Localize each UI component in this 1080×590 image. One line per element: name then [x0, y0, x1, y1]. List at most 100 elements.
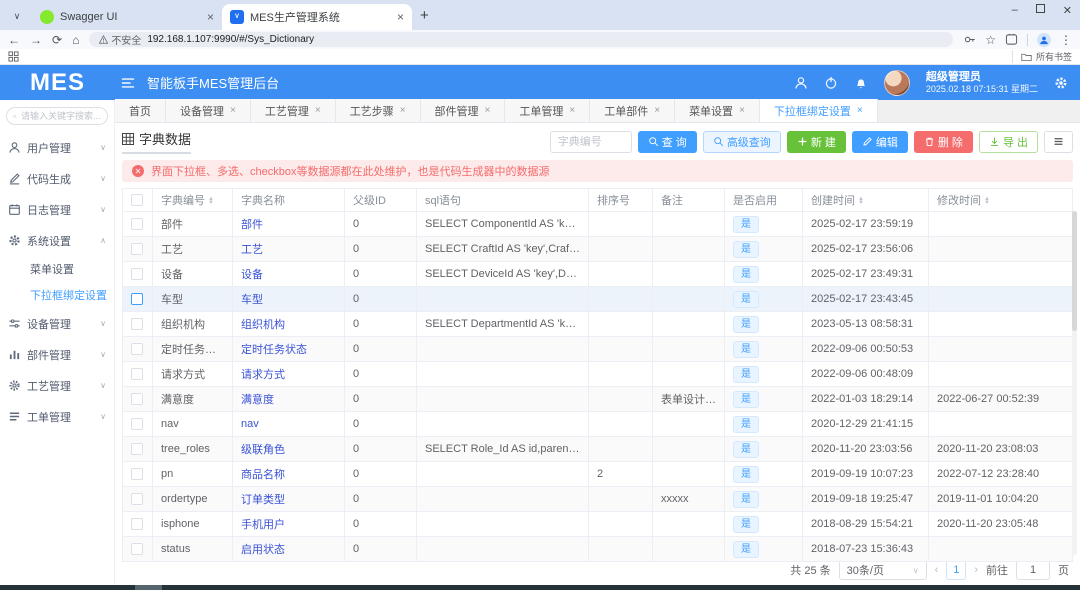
- table-row[interactable]: 工艺工艺0SELECT CraftId AS 'key',CraftId AS …: [123, 237, 1073, 262]
- window-maximize-button[interactable]: [1036, 4, 1045, 17]
- password-key-icon[interactable]: [963, 33, 976, 46]
- sidebar-search-input[interactable]: [21, 111, 101, 121]
- dict-name-link[interactable]: 部件: [241, 219, 263, 231]
- sidebar-item-日志管理[interactable]: 日志管理 ∨: [0, 194, 114, 225]
- close-tab-icon[interactable]: ×: [485, 105, 491, 116]
- close-tab-icon[interactable]: ×: [207, 10, 214, 24]
- dict-code-search-input[interactable]: [550, 131, 632, 153]
- sidebar-item-设备管理[interactable]: 设备管理 ∨: [0, 308, 114, 339]
- query-button[interactable]: 查 询: [638, 131, 697, 153]
- page-tab-工单部件[interactable]: 工单部件×: [590, 99, 675, 122]
- table-row[interactable]: status启用状态0是2018-07-23 15:36:43: [123, 537, 1073, 562]
- profile-avatar-icon[interactable]: [1037, 33, 1051, 47]
- user-avatar[interactable]: [884, 70, 910, 96]
- edit-button[interactable]: 编辑: [852, 131, 908, 153]
- sidebar-item-工单管理[interactable]: 工单管理 ∨: [0, 401, 114, 432]
- side-panel-icon[interactable]: [1005, 33, 1018, 46]
- dict-name-link[interactable]: 请求方式: [241, 369, 285, 381]
- bookmark-star-icon[interactable]: ☆: [985, 34, 996, 46]
- table-row[interactable]: navnav0是2020-12-29 21:41:15: [123, 412, 1073, 437]
- row-checkbox[interactable]: [131, 418, 143, 430]
- dict-name-link[interactable]: 组织机构: [241, 319, 285, 331]
- enabled-badge[interactable]: 是: [733, 241, 759, 258]
- enabled-badge[interactable]: 是: [733, 391, 759, 408]
- enabled-badge[interactable]: 是: [733, 216, 759, 233]
- lock-screen-icon[interactable]: [824, 76, 838, 90]
- horizontal-scrollbar[interactable]: [0, 585, 1080, 590]
- row-checkbox[interactable]: [131, 343, 143, 355]
- reload-icon[interactable]: ⟳: [52, 34, 62, 46]
- sidebar-item-系统设置[interactable]: 系统设置 ∧: [0, 225, 114, 256]
- row-checkbox[interactable]: [131, 243, 143, 255]
- close-tab-icon[interactable]: ×: [397, 10, 404, 24]
- settings-gear-icon[interactable]: [1054, 76, 1068, 90]
- select-all-checkbox[interactable]: [131, 194, 143, 206]
- close-tab-icon[interactable]: ×: [315, 105, 321, 116]
- home-icon[interactable]: ⌂: [72, 34, 79, 46]
- dict-name-link[interactable]: 工艺: [241, 244, 263, 256]
- close-tab-icon[interactable]: ×: [230, 105, 236, 116]
- column-header-字典编号[interactable]: 字典编号▲▼: [153, 189, 233, 212]
- dict-name-link[interactable]: 启用状态: [241, 544, 285, 556]
- dict-name-link[interactable]: 满意度: [241, 394, 274, 406]
- row-checkbox[interactable]: [131, 468, 143, 480]
- dict-name-link[interactable]: 车型: [241, 294, 263, 306]
- row-checkbox[interactable]: [131, 293, 143, 305]
- page-number-button[interactable]: 1: [946, 560, 966, 580]
- forward-icon[interactable]: →: [30, 34, 42, 46]
- apps-grid-icon[interactable]: [8, 51, 19, 62]
- sort-icons[interactable]: ▲▼: [858, 197, 864, 205]
- browser-menu-icon[interactable]: ⋮: [1060, 34, 1072, 46]
- window-close-button[interactable]: ✕: [1063, 4, 1072, 17]
- sort-icons[interactable]: ▲▼: [208, 197, 214, 205]
- enabled-badge[interactable]: 是: [733, 416, 759, 433]
- close-tab-icon[interactable]: ×: [654, 105, 660, 116]
- export-button[interactable]: 导 出: [979, 131, 1038, 153]
- tab-search-button[interactable]: ∨: [8, 7, 26, 25]
- sidebar-subitem-菜单设置[interactable]: 菜单设置: [0, 256, 114, 282]
- page-tab-工艺管理[interactable]: 工艺管理×: [251, 99, 336, 122]
- row-checkbox[interactable]: [131, 543, 143, 555]
- enabled-badge[interactable]: 是: [733, 316, 759, 333]
- dict-name-link[interactable]: 定时任务状态: [241, 344, 307, 356]
- close-tab-icon[interactable]: ×: [569, 105, 575, 116]
- enabled-badge[interactable]: 是: [733, 516, 759, 533]
- page-size-select[interactable]: 30条/页 ∨: [839, 560, 927, 580]
- row-checkbox[interactable]: [131, 393, 143, 405]
- sidebar-search[interactable]: [6, 107, 108, 125]
- delete-button[interactable]: 删 除: [914, 131, 973, 153]
- next-page-button[interactable]: ›: [974, 564, 978, 576]
- page-tab-下拉框绑定设置[interactable]: 下拉框绑定设置×: [760, 99, 878, 122]
- all-bookmarks[interactable]: 所有书签: [1012, 50, 1072, 63]
- prev-page-button[interactable]: ‹: [935, 564, 939, 576]
- enabled-badge[interactable]: 是: [733, 441, 759, 458]
- page-tab-部件管理[interactable]: 部件管理×: [421, 99, 506, 122]
- url-bar[interactable]: 不安全 192.168.1.107:9990/#/Sys_Dictionary: [89, 32, 953, 47]
- enabled-badge[interactable]: 是: [733, 291, 759, 308]
- window-minimize-button[interactable]: –: [1012, 4, 1018, 17]
- table-row[interactable]: 组织机构组织机构0SELECT DepartmentId AS 'key',De…: [123, 312, 1073, 337]
- row-checkbox[interactable]: [131, 318, 143, 330]
- table-row[interactable]: ordertype订单类型0xxxxx是2019-09-18 19:25:472…: [123, 487, 1073, 512]
- column-menu-button[interactable]: [1044, 131, 1073, 153]
- new-tab-button[interactable]: +: [420, 7, 429, 24]
- enabled-badge[interactable]: 是: [733, 341, 759, 358]
- browser-tab-swagger[interactable]: Swagger UI ×: [32, 4, 222, 30]
- column-header-修改时间[interactable]: 修改时间▲▼: [929, 189, 1073, 212]
- table-row[interactable]: 部件部件0SELECT ComponentId AS 'key',Compone…: [123, 212, 1073, 237]
- table-row[interactable]: pn商品名称02是2019-09-19 10:07:232022-07-12 2…: [123, 462, 1073, 487]
- sidebar-item-用户管理[interactable]: 用户管理 ∨: [0, 132, 114, 163]
- enabled-badge[interactable]: 是: [733, 491, 759, 508]
- page-tab-工艺步骤[interactable]: 工艺步骤×: [336, 99, 421, 122]
- sidebar-item-工艺管理[interactable]: 工艺管理 ∨: [0, 370, 114, 401]
- page-tab-首页[interactable]: 首页: [115, 99, 166, 122]
- page-tab-菜单设置[interactable]: 菜单设置×: [675, 99, 760, 122]
- enabled-badge[interactable]: 是: [733, 541, 759, 558]
- sidebar-subitem-下拉框绑定设置[interactable]: 下拉框绑定设置: [0, 282, 114, 308]
- advanced-query-button[interactable]: 高级查询: [703, 131, 781, 153]
- close-tab-icon[interactable]: ×: [857, 105, 863, 116]
- row-checkbox[interactable]: [131, 493, 143, 505]
- table-row[interactable]: 车型车型0是2025-02-17 23:43:45: [123, 287, 1073, 312]
- row-checkbox[interactable]: [131, 218, 143, 230]
- dict-name-link[interactable]: 级联角色: [241, 444, 285, 456]
